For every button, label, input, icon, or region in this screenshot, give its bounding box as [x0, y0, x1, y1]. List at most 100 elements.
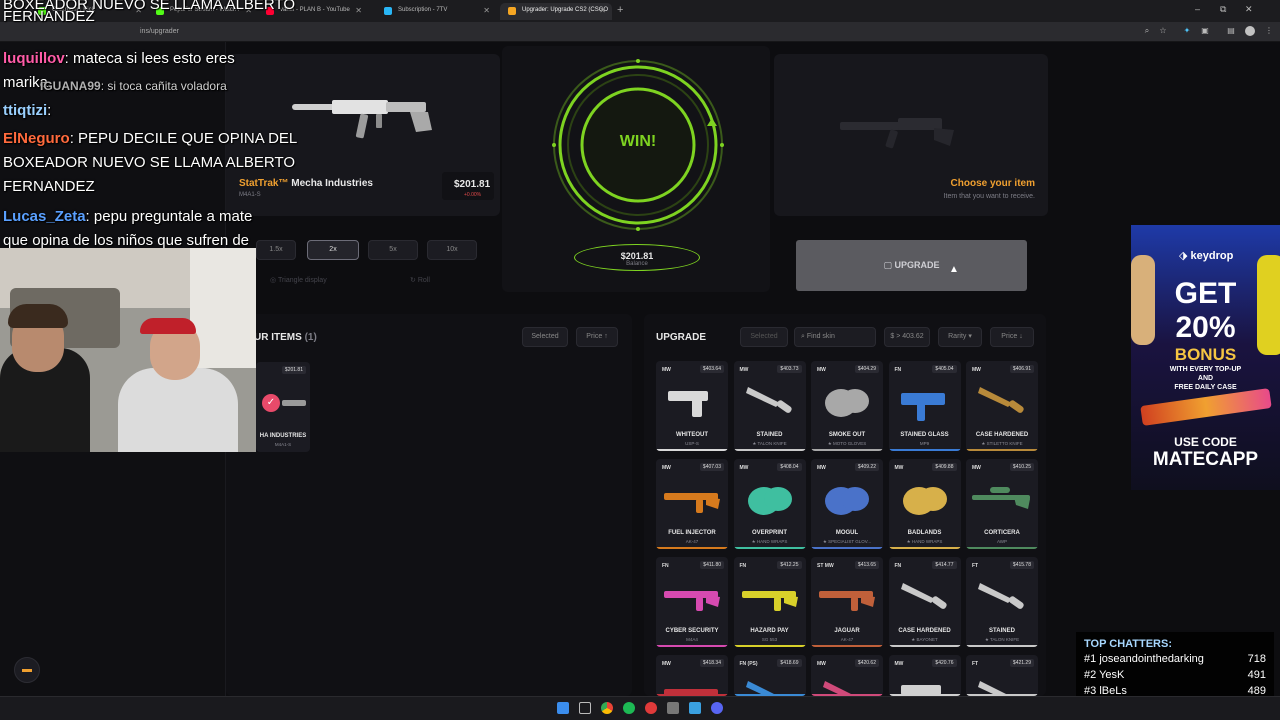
chat-username[interactable]: ttiqtizi [3, 102, 47, 119]
skin-card[interactable]: ST MW $413.65 JAGUAR AK-47 [811, 557, 883, 647]
chat-username[interactable]: IGUANA99 [40, 79, 101, 93]
browser-tab-3[interactable]: Subscription - 7TV ✕ [376, 3, 496, 20]
skin-name: FUEL INJECTOR [668, 530, 716, 536]
price-sort-dropdown[interactable]: Price ↓ [990, 327, 1034, 347]
sidebar-icon[interactable]: ▤ [1226, 26, 1236, 36]
upgrade-icon: ▢ [883, 260, 892, 270]
7tv-favicon-icon [384, 7, 392, 15]
skin-name: SMOKE OUT [828, 432, 866, 438]
close-tab-icon[interactable]: ✕ [483, 6, 490, 15]
windows-start-icon[interactable] [557, 702, 569, 714]
chrome-icon[interactable] [601, 702, 613, 714]
discord-icon[interactable] [711, 702, 723, 714]
roll-toggle[interactable]: ↻ Roll [410, 276, 430, 284]
skin-card[interactable]: MW $403.73 STAINED ★ TALON KNIFE [733, 361, 806, 451]
upgrade-panel-title: UPGRADE [656, 332, 707, 343]
skin-name: BADLANDS [907, 530, 942, 536]
skin-weapon: ★ STILETTO KNIFE [981, 441, 1023, 446]
browser-tab-4[interactable]: Upgrader: Upgrade CS2 (CSGO ✕ [500, 3, 612, 20]
chat-text: : pepu preguntale a mate [85, 208, 253, 225]
glove-icon [825, 487, 869, 515]
skin-name: CASE HARDENED [975, 432, 1029, 438]
multiplier-10x[interactable]: 10x [427, 240, 477, 260]
restore-icon[interactable]: ⧉ [1220, 4, 1226, 15]
ad-code-label: USE CODE [1174, 435, 1237, 449]
skin-name: CASE HARDENED [898, 628, 951, 634]
close-tab-icon[interactable]: ✕ [599, 6, 606, 15]
profile-avatar[interactable] [1245, 26, 1255, 36]
live-chat-button[interactable]: ▬ [14, 657, 40, 683]
skin-card[interactable]: MW $410.25 CORTICERA AWP [966, 459, 1038, 549]
skin-card[interactable]: MW $406.91 CASE HARDENED ★ STILETTO KNIFE [966, 361, 1038, 451]
close-tab-icon[interactable]: ✕ [355, 6, 362, 15]
triangle-display-toggle[interactable]: ◎ Triangle display [270, 276, 327, 284]
selected-item-title: StatTrak™ Mecha Industries [239, 178, 373, 189]
skin-card[interactable]: FN $411.80 CYBER SECURITY M4A4 [656, 557, 728, 647]
skin-condition: MW [662, 661, 671, 667]
skin-card[interactable]: MW $409.22 MOGUL ★ SPECIALIST GLOV... [811, 459, 883, 549]
skin-card[interactable]: MW $418.34 [656, 655, 728, 696]
search-icon[interactable]: ⌕ [1142, 26, 1152, 36]
app-icon[interactable] [645, 702, 657, 714]
upgrade-button[interactable]: ▢ UPGRADE [796, 240, 1027, 291]
skin-card[interactable]: MW $404.29 SMOKE OUT ★ MOTO GLOVES [811, 361, 883, 451]
rifle-icon [664, 493, 720, 513]
upgrade-result-text: WIN! [619, 133, 657, 150]
skin-card[interactable]: FN (PS) $418.69 [733, 655, 806, 696]
menu-icon[interactable]: ⋮ [1264, 26, 1274, 36]
your-items-price-sort[interactable]: Price ↑ [576, 327, 618, 347]
chat-username[interactable]: Lucas_Zeta [3, 208, 86, 225]
skin-price: $408.04 [777, 463, 802, 471]
puzzle-icon[interactable]: ▣ [1200, 26, 1210, 36]
skin-name: STAINED [756, 432, 783, 438]
close-window-icon[interactable]: ✕ [1245, 4, 1253, 15]
skin-card[interactable]: FT $421.29 [966, 655, 1038, 696]
upgrade-selected-filter[interactable]: Selected [740, 327, 788, 347]
bookmark-star-icon[interactable]: ☆ [1158, 26, 1168, 36]
url-text[interactable]: ins/upgrader [140, 28, 179, 35]
choose-item-subtitle: Item that you want to receive. [943, 193, 1035, 200]
app-icon[interactable] [689, 702, 701, 714]
skin-price: $418.69 [777, 659, 802, 667]
task-view-icon[interactable] [579, 702, 591, 714]
rarity-bar [656, 645, 728, 647]
knife-icon [745, 681, 792, 696]
your-item-card[interactable]: $201.81 ✓ HA INDUSTRIES M4A1-S [256, 362, 310, 452]
skin-card[interactable]: MW $409.88 BADLANDS ★ HAND WRAPS [888, 459, 961, 549]
price-filter-input[interactable]: $ > 403.62 [884, 327, 930, 347]
skin-card[interactable]: FN $405.04 STAINED GLASS MP9 [888, 361, 961, 451]
m4a1s-weapon-icon [292, 100, 432, 139]
skin-card[interactable]: FN $414.77 CASE HARDENED ★ BAYONET [888, 557, 961, 647]
skin-weapon: ★ BAYONET [911, 637, 938, 642]
skin-card[interactable]: FN $412.25 HAZARD PAY SG 553 [733, 557, 806, 647]
skin-card[interactable]: MW $420.76 [888, 655, 961, 696]
spotify-icon[interactable] [623, 702, 635, 714]
skin-weapon: M4A4 [686, 637, 698, 642]
skin-card[interactable]: MW $408.04 OVERPRINT ★ HAND WRAPS [733, 459, 806, 549]
skin-price: $414.77 [932, 561, 957, 569]
target-item-card[interactable]: Choose your item Item that you want to r… [774, 54, 1048, 216]
chat-username[interactable]: luquillov [3, 50, 65, 67]
skin-price: $421.29 [1009, 659, 1034, 667]
skin-card[interactable]: FT $415.78 STAINED ★ TALON KNIFE [966, 557, 1038, 647]
new-tab-icon[interactable]: + [617, 4, 623, 16]
skin-card[interactable]: MW $420.62 [811, 655, 883, 696]
address-bar[interactable]: ins/upgrader [0, 22, 1280, 42]
ad-weapon-graphic [1140, 388, 1272, 426]
your-items-selected-filter[interactable]: Selected [522, 327, 568, 347]
skin-condition: MW [972, 367, 981, 373]
selected-item-change: +0.00% [464, 192, 482, 198]
search-input[interactable]: ⌕ Find skin [794, 327, 876, 347]
chat-text: FERNANDEZ [3, 178, 95, 195]
chat-username[interactable]: ElNeguro [3, 130, 70, 147]
multiplier-2x[interactable]: 2x [307, 240, 359, 260]
skin-card[interactable]: MW $407.03 FUEL INJECTOR AK-47 [656, 459, 728, 549]
extension-icon[interactable]: ✦ [1182, 26, 1192, 36]
rarity-dropdown[interactable]: Rarity ▾ [938, 327, 982, 347]
glove-icon [825, 389, 869, 417]
skin-card[interactable]: MW $403.64 WHITEOUT USP-S [656, 361, 728, 451]
app-icon[interactable] [667, 702, 679, 714]
minimize-icon[interactable]: – [1195, 4, 1200, 14]
multiplier-1-5x[interactable]: 1.5x [256, 240, 296, 260]
multiplier-5x[interactable]: 5x [368, 240, 418, 260]
